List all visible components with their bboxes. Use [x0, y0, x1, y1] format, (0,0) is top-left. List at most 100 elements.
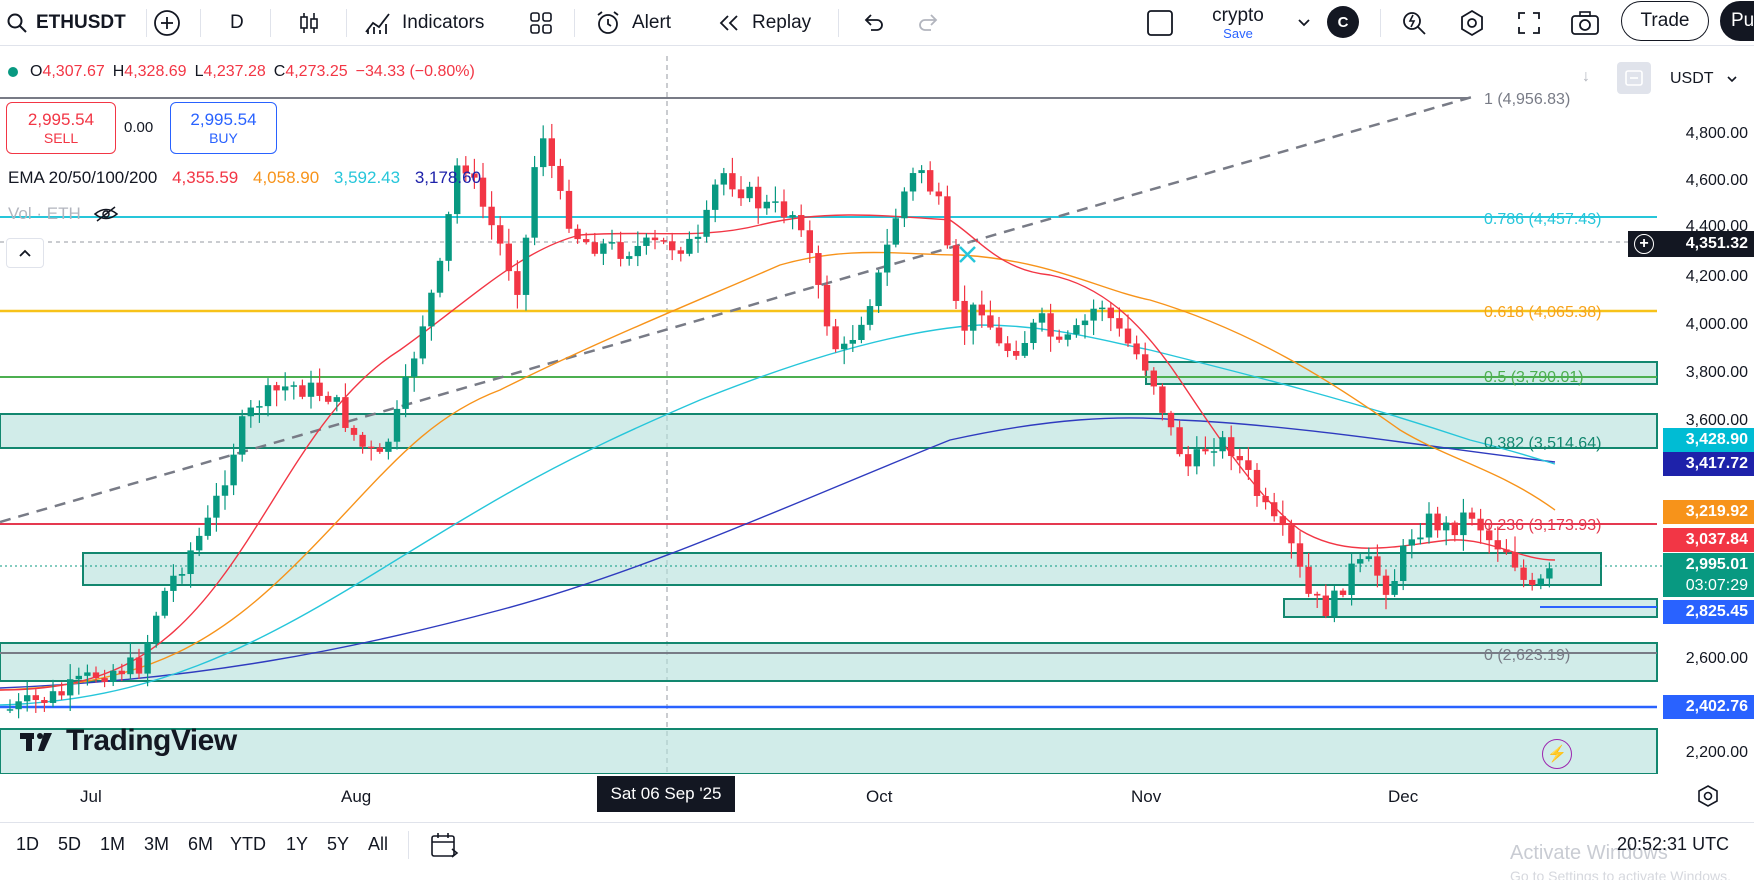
range-5d[interactable]: 5D [58, 834, 81, 855]
candle-body [1425, 513, 1433, 538]
layout-toggle[interactable] [1146, 0, 1174, 46]
candle-body [522, 237, 530, 295]
currency-select[interactable]: USDT [1660, 63, 1754, 95]
ema-100-value: 3,592.43 [333, 168, 401, 187]
snapshot-button[interactable] [1570, 0, 1600, 46]
candle-body [101, 678, 108, 682]
indicators-button[interactable]: Indicators [364, 0, 484, 46]
candle-body [729, 173, 736, 190]
candle-body [1322, 595, 1329, 617]
volume-legend[interactable]: Vol · ETH [8, 204, 119, 224]
undo-button[interactable] [860, 0, 886, 46]
candle-body [1451, 522, 1458, 536]
fib-label: 0.236 (3,173.93) [1484, 517, 1601, 534]
redo-button[interactable] [916, 0, 942, 46]
ema-legend[interactable]: EMA 20/50/100/200 4,355.59 4,058.90 3,59… [8, 168, 491, 188]
candle-body [1030, 322, 1037, 343]
add-alert-icon[interactable]: + [1634, 234, 1654, 254]
candle-body [1314, 593, 1321, 596]
candle-body [187, 550, 194, 575]
candle-body [1546, 568, 1553, 579]
buy-label: BUY [209, 130, 238, 146]
range-all[interactable]: All [368, 834, 388, 855]
candle-body [204, 517, 211, 536]
range-1m[interactable]: 1M [100, 834, 125, 855]
candle-body [677, 250, 684, 254]
candle-body [1529, 579, 1536, 586]
time-axis-label: Oct [866, 787, 893, 806]
range-5y[interactable]: 5Y [327, 834, 349, 855]
collapse-legend-button[interactable] [6, 238, 44, 268]
alarm-clock-icon [597, 11, 619, 34]
scroll-down-icon[interactable]: ↓ [1582, 68, 1590, 86]
crosshair-price-tag[interactable]: + 4,351.32 [1628, 231, 1754, 257]
undo-icon [864, 14, 883, 31]
ohlc-legend: O 4,307.67 H 4,328.69 L 4,237.28 C 4,273.25 … [8, 62, 483, 82]
candle-body [325, 395, 332, 402]
candle-body [110, 670, 117, 682]
chart-settings-icon[interactable] [1696, 784, 1720, 808]
candle-body [1038, 313, 1046, 323]
indicators-label: Indicators [402, 12, 485, 33]
range-ytd[interactable]: YTD [230, 834, 266, 855]
candle-body [1116, 318, 1123, 329]
candle-body [755, 186, 762, 209]
change-value: −34.33 (−0.80%) [355, 63, 475, 80]
candle-body [1391, 580, 1398, 595]
candle-body [1494, 540, 1501, 550]
candle-body [1357, 559, 1364, 564]
candle-body [1434, 513, 1441, 531]
candle-body [987, 315, 994, 328]
chart-type-button[interactable] [296, 0, 322, 46]
candle-body [978, 304, 985, 316]
go-to-date-icon[interactable] [430, 831, 460, 859]
sell-button[interactable]: 2,995.54 SELL [6, 102, 116, 154]
candle-body [1468, 512, 1476, 519]
range-6m[interactable]: 6M [188, 834, 213, 855]
range-3m[interactable]: 3M [144, 834, 169, 855]
publish-button[interactable]: Pu [1720, 1, 1754, 41]
candle-body [1099, 307, 1106, 310]
buy-button[interactable]: 2,995.54 BUY [170, 102, 277, 154]
layout-menu-button[interactable] [1296, 0, 1312, 46]
zone-3000 [82, 552, 1602, 586]
fullscreen-button[interactable] [1516, 0, 1542, 46]
price-axis-label: 4,200.00 [1685, 268, 1748, 285]
candle-body [1167, 412, 1175, 428]
avatar[interactable]: C [1327, 6, 1359, 38]
lightning-icon[interactable]: ⚡ [1542, 739, 1572, 769]
chevron-down-icon [1298, 19, 1310, 27]
compare-button[interactable] [152, 0, 182, 46]
settings-button[interactable] [1458, 0, 1486, 46]
replay-button[interactable]: Replay [716, 0, 811, 46]
candle-body [763, 201, 770, 209]
candle-body [849, 339, 856, 344]
candle-body [1159, 386, 1166, 413]
candle-body [1219, 437, 1226, 452]
candle-body [634, 245, 641, 257]
candle-body [15, 701, 22, 710]
interval-button[interactable]: D [230, 0, 244, 46]
candle-body [153, 615, 160, 643]
fib-label: 0.786 (4,457.43) [1484, 211, 1601, 228]
eye-hidden-icon[interactable] [93, 205, 119, 223]
candle-body [1185, 454, 1192, 467]
candle-body [712, 184, 719, 210]
price-chart[interactable]: 1 (4,956.83) 0.786 (4,457.43) 0.618 (4,065… [0, 50, 1754, 774]
candle-body [307, 382, 315, 397]
symbol-search[interactable]: ETHUSDT [6, 0, 126, 46]
range-1d[interactable]: 1D [16, 834, 39, 855]
trade-button[interactable]: Trade [1621, 1, 1709, 41]
candle-body [393, 408, 401, 442]
layout-save-button[interactable]: crypto Save [1190, 0, 1286, 46]
quick-search-button[interactable] [1400, 0, 1428, 46]
templates-button[interactable] [528, 0, 554, 46]
price-tag-ema200: 3,417.72 [1663, 452, 1754, 476]
divider [270, 9, 271, 37]
candle-body [1210, 451, 1218, 453]
range-1y[interactable]: 1Y [286, 834, 308, 855]
auto-scale-button[interactable] [1617, 62, 1651, 94]
last-price-tag: 2,995.01 03:07:29 [1663, 553, 1754, 597]
alert-button[interactable]: Alert [594, 0, 671, 46]
interval-label: D [230, 12, 244, 33]
